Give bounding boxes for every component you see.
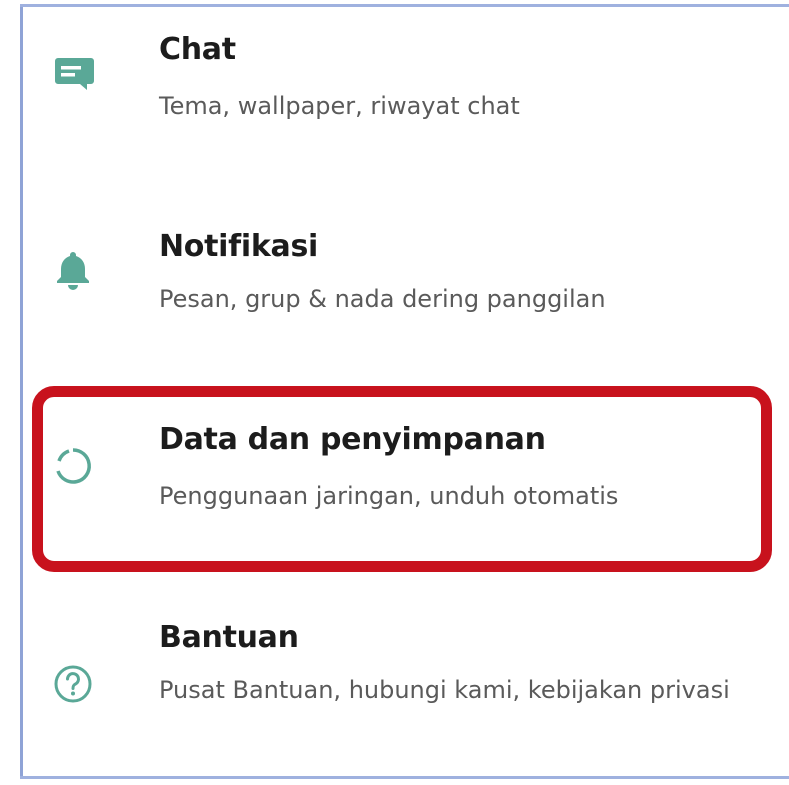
bell-icon	[51, 247, 95, 291]
frame-border	[20, 4, 789, 7]
settings-item-subtitle: Pesan, grup & nada dering panggilan	[159, 285, 606, 313]
settings-item-title: Chat	[159, 32, 236, 67]
settings-item-title: Data dan penyimpanan	[159, 422, 546, 457]
settings-item-notifications[interactable]: Notifikasi Pesan, grup & nada dering pan…	[23, 205, 789, 375]
chat-bubble-icon	[51, 50, 95, 94]
settings-item-title: Bantuan	[159, 620, 299, 655]
data-usage-circle-icon	[51, 444, 95, 488]
settings-item-help[interactable]: Bantuan Pusat Bantuan, hubungi kami, keb…	[23, 598, 789, 778]
settings-item-subtitle: Tema, wallpaper, riwayat chat	[159, 92, 520, 120]
settings-item-chat[interactable]: Chat Tema, wallpaper, riwayat chat	[23, 10, 789, 180]
settings-panel: Chat Tema, wallpaper, riwayat chat Notif…	[0, 0, 789, 785]
settings-item-subtitle: Pusat Bantuan, hubungi kami, kebijakan p…	[159, 676, 730, 704]
help-question-icon	[51, 662, 95, 706]
settings-item-data-storage[interactable]: Data dan penyimpanan Penggunaan jaringan…	[23, 398, 789, 568]
settings-item-title: Notifikasi	[159, 229, 319, 264]
settings-item-subtitle: Penggunaan jaringan, unduh otomatis	[159, 482, 619, 510]
